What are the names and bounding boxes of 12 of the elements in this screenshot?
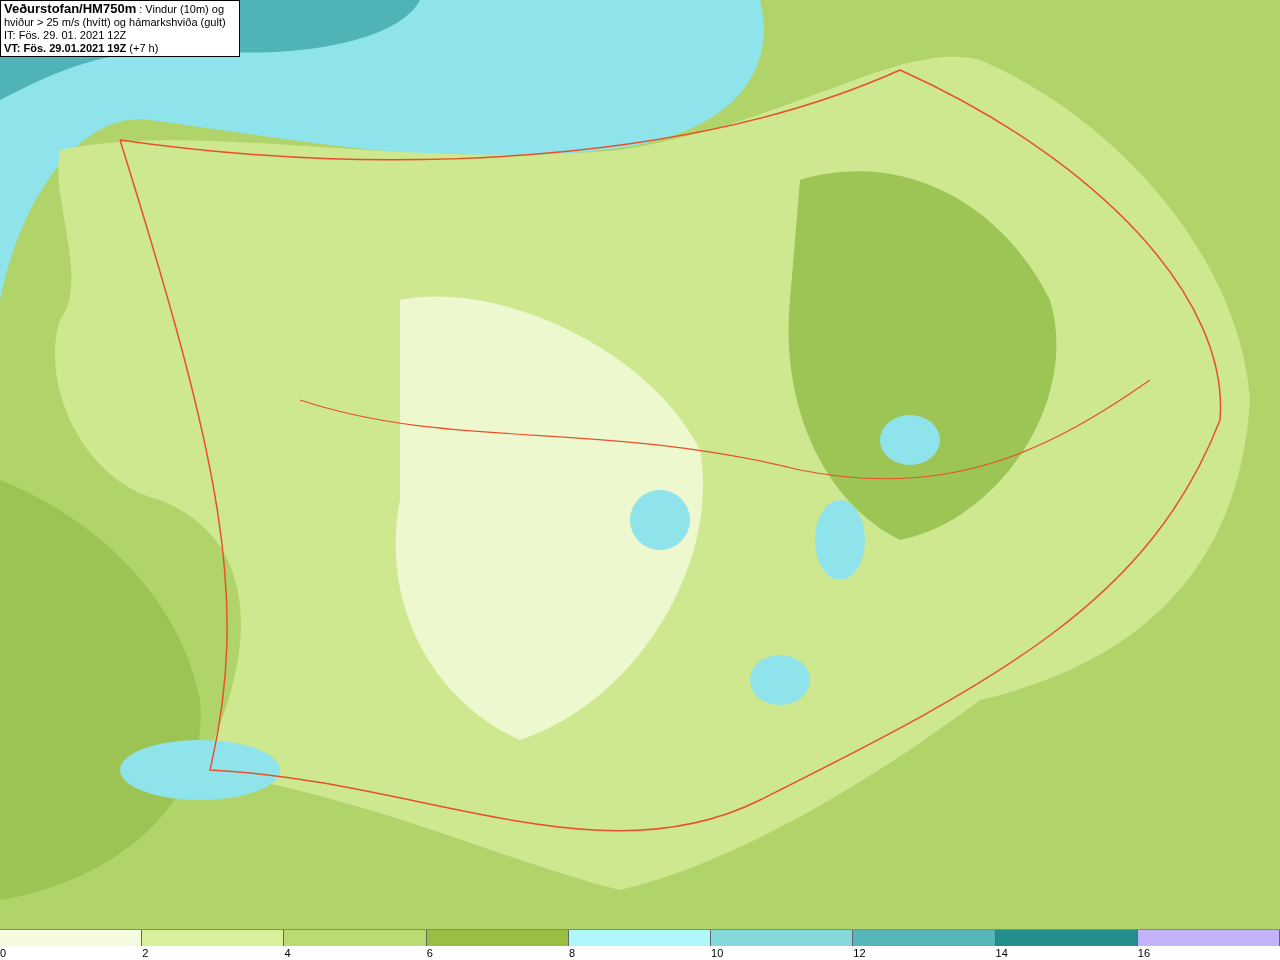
- legend-label: 16: [1136, 946, 1150, 960]
- legend-label: 10: [710, 946, 724, 960]
- issue-time: IT: Fös. 29. 01. 2021 12Z: [4, 29, 128, 42]
- legend-label: 4: [283, 946, 291, 960]
- legend-label: 8: [567, 946, 575, 960]
- valid-time: VT: Fös. 29.01.2021 19Z (+7 h): [4, 42, 160, 55]
- legend-label: 6: [425, 946, 433, 960]
- map-title: Veðurstofan/HM750m : Vindur (10m) og hviður > 25 m/s (hvítt) og hámarkshviða (gult): [4, 2, 227, 29]
- legend-label: 12: [852, 946, 866, 960]
- legend-label: 0: [0, 946, 7, 960]
- legend-label: 2: [141, 946, 149, 960]
- legend-label: 14: [994, 946, 1008, 960]
